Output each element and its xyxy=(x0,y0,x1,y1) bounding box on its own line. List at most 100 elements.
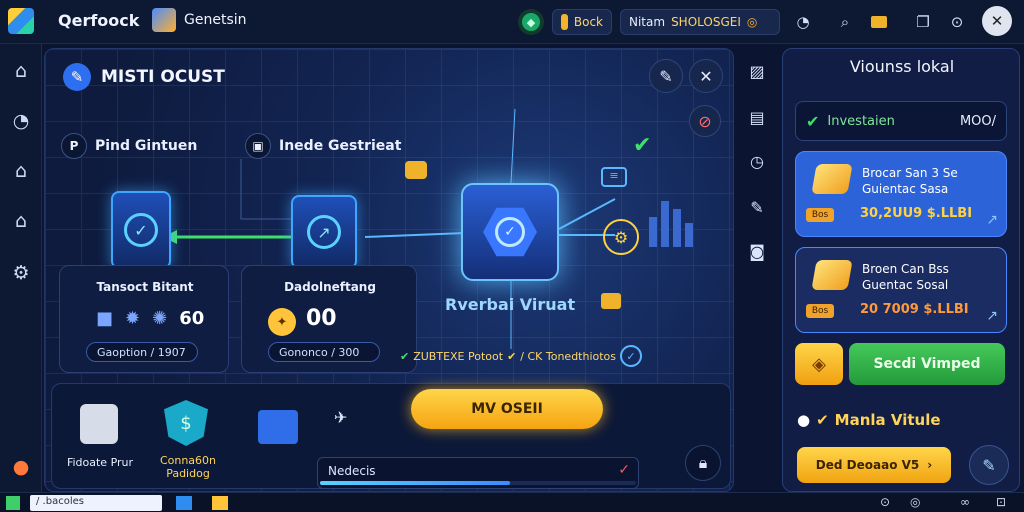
offer-card-1[interactable]: Bos Brocar San 3 Se Guientac Sasa 30,2UU… xyxy=(795,151,1007,237)
card-mid[interactable]: Dadolneftang ✦ 00 Gononco / 300 xyxy=(241,265,417,373)
check-icon: ✓ xyxy=(124,213,158,247)
left-sidebar: ⌂ ◔ ⌂ ⌂ ⚙ ● xyxy=(0,44,42,492)
gear-icon: ✹ xyxy=(125,308,141,329)
offer-line1: Broen Can Bss xyxy=(862,262,949,276)
offer-tag: Bos xyxy=(806,304,834,318)
investment-value: MOO/ xyxy=(959,113,996,129)
status-value: SHOLOSGEI xyxy=(671,15,741,29)
main-panel: ✎ MISTI OCUST ✎ ✕ ⊘ P Pind Gintuen ▣ Ine… xyxy=(44,48,734,492)
status-chip[interactable]: Nitam SHOLOSGEI ◎ xyxy=(620,9,780,35)
timer-icon[interactable]: ◷ xyxy=(744,148,770,174)
hub-tile[interactable]: ✓ xyxy=(461,183,559,281)
home-alt-icon[interactable]: ⌂ xyxy=(8,208,34,234)
chart-tile[interactable]: ↗ xyxy=(291,195,357,269)
confirm-icon: ✓ xyxy=(620,345,643,367)
invoice-icon[interactable] xyxy=(258,410,298,444)
offer-price: 30,2UU9 $.LLBI xyxy=(860,206,973,221)
shield-dollar-icon[interactable]: $ xyxy=(164,400,208,446)
tray-icon[interactable]: ⊡ xyxy=(996,495,1006,509)
chart-icon[interactable]: ◔ xyxy=(8,108,34,134)
app-name: Qerfoock xyxy=(58,11,140,30)
offer-line2: Guentac Sosal xyxy=(862,278,949,292)
progress-field[interactable]: Nedecis ✓ xyxy=(317,457,639,489)
search-icon[interactable]: ⌕ xyxy=(832,9,858,35)
taskbar-app-icon[interactable] xyxy=(212,496,228,510)
card-mid-count: 00 xyxy=(306,306,337,331)
settings-icon[interactable]: ⊙ xyxy=(944,9,970,35)
tray-icon[interactable]: ⊙ xyxy=(880,495,890,509)
arrow-icon[interactable]: ↗ xyxy=(986,308,998,324)
card-left-pill: Gaoption / 1907 xyxy=(86,342,198,362)
buy-chip[interactable]: Bock xyxy=(552,9,612,35)
status-tail: / CK Tonedthiotos xyxy=(520,349,617,363)
house-icon[interactable]: ⌂ xyxy=(8,158,34,184)
taskbar-search[interactable]: / .bacoles xyxy=(30,495,162,511)
camera-icon[interactable]: ◙ xyxy=(744,238,770,264)
investment-row[interactable]: ✔ Investaien MOO/ xyxy=(795,101,1007,141)
info-icon: ● xyxy=(797,411,811,429)
coin-icon: ✦ xyxy=(268,308,296,336)
arrow-icon[interactable]: ↗ xyxy=(986,212,998,228)
close-small-icon[interactable]: ✓ xyxy=(618,462,630,478)
right-panel: Viounss lokal ✔ Investaien MOO/ Bos Broc… xyxy=(782,48,1020,492)
buy-label: Bock xyxy=(573,15,603,29)
shield-check-icon: ✓ xyxy=(483,207,537,257)
folder-icon[interactable] xyxy=(866,9,892,35)
chevron-right-icon: › xyxy=(927,458,933,472)
tab-icon[interactable] xyxy=(152,8,176,32)
check-icon: ✔ xyxy=(816,411,829,429)
plane-icon[interactable]: ✈ xyxy=(334,408,347,427)
cta-button[interactable]: MV OSEII xyxy=(411,389,603,429)
document-icon: ≡ xyxy=(601,167,627,187)
yellow-button-label: Ded Deoaao V5 xyxy=(815,458,920,472)
coin-icon xyxy=(561,14,568,30)
location-icon[interactable]: ◈ xyxy=(795,343,843,385)
card-left[interactable]: Tansoct Bitant ■ ✹ ✺ 60 Gaoption / 1907 xyxy=(59,265,229,373)
tab-name[interactable]: Genetsin xyxy=(184,12,247,28)
gem-icon[interactable]: ◆ xyxy=(518,9,544,35)
bottom-label-1: Fidoate Prur xyxy=(66,456,134,469)
avatar-icon[interactable]: ✕ xyxy=(982,6,1012,36)
right-panel-title: Viounss lokal xyxy=(849,57,955,76)
tray-icon[interactable]: ∞ xyxy=(960,495,970,509)
start-icon[interactable] xyxy=(6,496,20,510)
lock-icon[interactable]: 🔒︎ xyxy=(685,445,721,481)
green-button[interactable]: Secdi Vimped xyxy=(849,343,1005,385)
progress-track xyxy=(320,481,636,485)
image-icon[interactable]: ▨ xyxy=(744,58,770,84)
status-text: ZUBTEXE Potoot xyxy=(413,349,504,363)
card-left-icons: ■ ✹ ✺ 60 xyxy=(96,308,204,329)
cube-icon: ■ xyxy=(96,308,114,329)
window-icon[interactable]: ❐ xyxy=(910,9,936,35)
history-icon[interactable]: ◔ xyxy=(790,9,816,35)
note: ● ✔ Manla Vitule xyxy=(797,411,941,429)
check-icon: ✔ xyxy=(806,111,820,131)
security-tile[interactable]: ✓ xyxy=(111,191,171,269)
home-icon[interactable]: ⌂ xyxy=(8,58,34,84)
bar-chart-icon xyxy=(649,197,693,247)
gold-bars-icon xyxy=(811,164,853,194)
bag-icon xyxy=(601,293,621,309)
progress-label: Nedecis xyxy=(328,464,376,478)
taskbar-app-icon[interactable] xyxy=(176,496,192,510)
status-line: ✔ ZUBTEXE Potoot ✔ / CK Tonedthiotos ✓ xyxy=(400,345,643,367)
card-left-title: Tansoct Bitant xyxy=(96,280,194,294)
hub-caption: Rverbai Viruat xyxy=(445,295,576,314)
document-icon[interactable]: ▤ xyxy=(744,104,770,130)
settings-icon[interactable]: ⚙ xyxy=(8,260,34,286)
lock-badge-icon xyxy=(405,161,427,179)
alert-icon[interactable]: ● xyxy=(8,454,34,480)
tray-icon[interactable]: ◎ xyxy=(910,495,920,509)
pen-icon[interactable]: ✎ xyxy=(969,445,1009,485)
offer-line1: Brocar San 3 Se xyxy=(862,166,958,180)
globe-icon: ◎ xyxy=(746,15,758,29)
progress-fill xyxy=(320,481,510,485)
note-text: Manla Vitule xyxy=(834,411,941,429)
card-mid-pill: Gononco / 300 xyxy=(268,342,380,362)
offer-card-2[interactable]: Bos Broen Can Bss Guentac Sosal 20 7009 … xyxy=(795,247,1007,333)
yellow-button[interactable]: Ded Deoaao V5 › xyxy=(797,447,951,483)
check-icon: ✔ xyxy=(400,349,410,363)
pen-icon[interactable]: ✎ xyxy=(744,194,770,220)
app-logo[interactable] xyxy=(8,8,34,34)
printer-icon[interactable] xyxy=(80,404,118,444)
